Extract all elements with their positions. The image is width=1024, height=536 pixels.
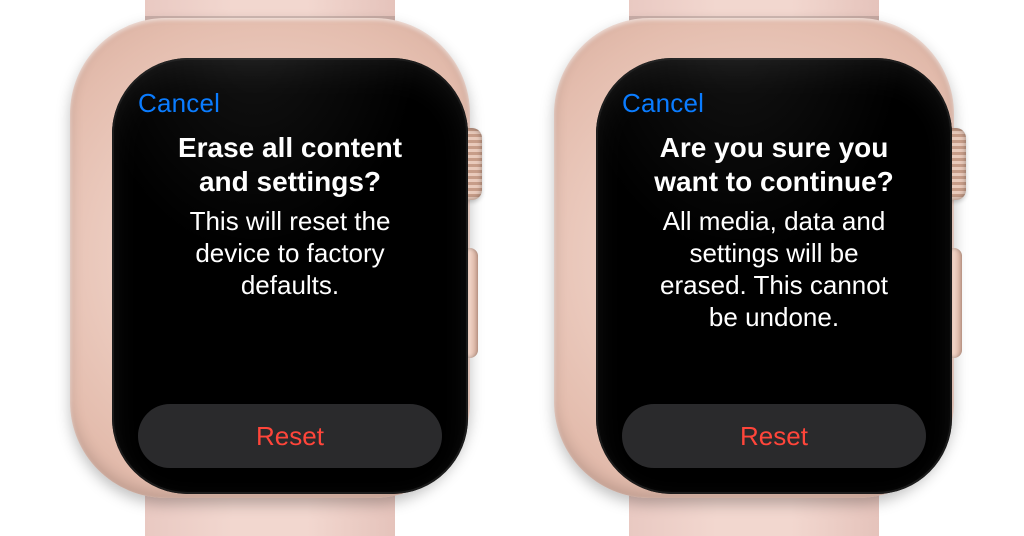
reset-button-label: Reset: [256, 421, 324, 452]
cancel-button[interactable]: Cancel: [622, 88, 704, 119]
reset-button-label: Reset: [740, 421, 808, 452]
dialog-title: Are you sure you want to continue?: [654, 131, 894, 199]
dialog-title: Erase all content and settings?: [178, 131, 402, 199]
stage: Cancel Erase all content and settings? T…: [0, 0, 1024, 536]
watch-left: Cancel Erase all content and settings? T…: [50, 0, 490, 536]
cancel-button[interactable]: Cancel: [138, 88, 220, 119]
dialog-message: Are you sure you want to continue? All m…: [622, 129, 926, 394]
screen-content: Cancel Are you sure you want to continue…: [622, 88, 926, 468]
watch-case: Cancel Are you sure you want to continue…: [554, 18, 954, 498]
watch-screen: Cancel Are you sure you want to continue…: [596, 58, 952, 494]
screen-content: Cancel Erase all content and settings? T…: [138, 88, 442, 468]
reset-button[interactable]: Reset: [138, 404, 442, 468]
dialog-body: This will reset the device to factory de…: [190, 205, 391, 301]
watch-right: Cancel Are you sure you want to continue…: [534, 0, 974, 536]
reset-button[interactable]: Reset: [622, 404, 926, 468]
watch-case: Cancel Erase all content and settings? T…: [70, 18, 470, 498]
dialog-body: All media, data and settings will be era…: [660, 205, 888, 333]
watch-screen: Cancel Erase all content and settings? T…: [112, 58, 468, 494]
dialog-message: Erase all content and settings? This wil…: [138, 129, 442, 394]
